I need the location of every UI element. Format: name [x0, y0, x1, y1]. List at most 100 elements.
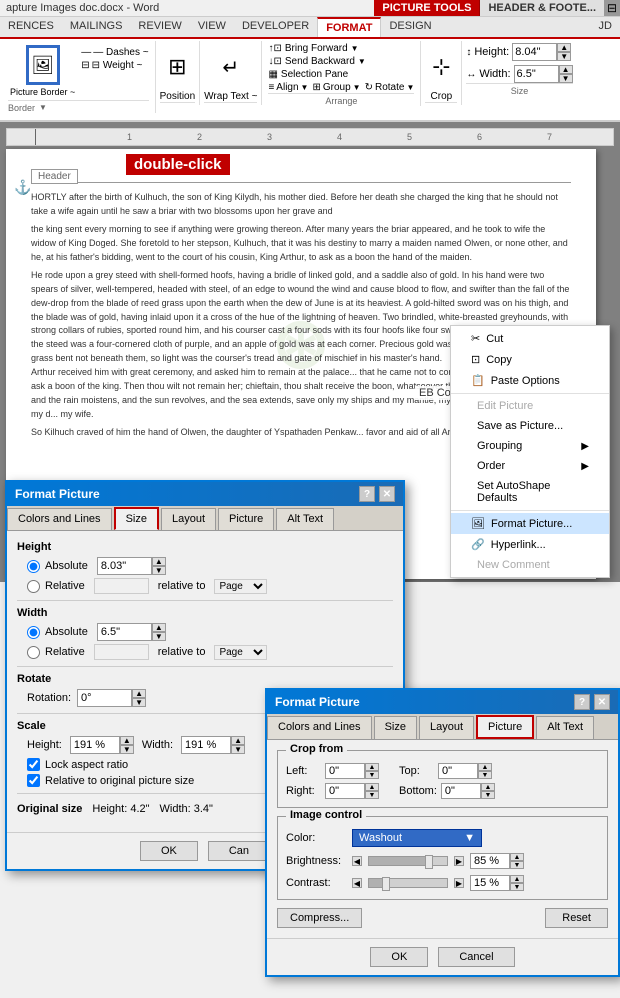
crop-left-down[interactable]: ▼ — [365, 771, 379, 779]
dialog2-ok-btn[interactable]: OK — [370, 947, 428, 967]
tab-rences[interactable]: RENCES — [0, 17, 62, 37]
tab-developer[interactable]: DEVELOPER — [234, 17, 317, 37]
dialog1-cancel-btn[interactable]: Can — [208, 841, 270, 861]
height-down-btn[interactable]: ▼ — [557, 52, 571, 61]
dialog1-help-btn[interactable]: ? — [359, 486, 375, 502]
tab-format[interactable]: FORMAT — [317, 17, 381, 37]
scale-width-input[interactable] — [181, 736, 231, 754]
dialog2-close-btn[interactable]: ✕ — [594, 694, 610, 710]
picture-tools-tab[interactable]: PICTURE TOOLS — [374, 0, 480, 16]
width-rel-to-select[interactable]: Page Margin — [214, 645, 267, 660]
brightness-up[interactable]: ▲ — [510, 853, 524, 861]
crop-top-input[interactable] — [438, 763, 478, 779]
rotation-down[interactable]: ▼ — [132, 698, 146, 707]
dialog2-tab-picture[interactable]: Picture — [476, 715, 534, 739]
dialog2-cancel-btn[interactable]: Cancel — [438, 947, 514, 967]
height-abs-up[interactable]: ▲ — [152, 557, 166, 566]
weight-button[interactable]: ⊟ ⊟ Weight ~ — [81, 60, 148, 71]
scale-h-down[interactable]: ▼ — [120, 745, 134, 754]
picture-border-button[interactable]: 🖼 Picture Border ~ — [8, 43, 77, 100]
height-abs-down[interactable]: ▼ — [152, 566, 166, 575]
scale-height-input[interactable] — [70, 736, 120, 754]
ctx-new-comment[interactable]: New Comment — [451, 555, 609, 575]
wrap-text-button[interactable]: ↵ Wrap Text ~ — [204, 43, 257, 102]
contrast-down[interactable]: ▼ — [510, 883, 524, 891]
dialog2-tab-alttext[interactable]: Alt Text — [536, 716, 594, 739]
contrast-up[interactable]: ▲ — [510, 875, 524, 883]
crop-right-input[interactable] — [325, 783, 365, 799]
ctx-paste-options[interactable]: 📋 Paste Options — [451, 370, 609, 391]
contrast-thumb[interactable] — [382, 877, 390, 891]
crop-right-down[interactable]: ▼ — [365, 791, 379, 799]
send-backward-button[interactable]: ↓⊡ Send Backward ▼ — [268, 56, 414, 67]
ctx-save-as-picture[interactable]: Save as Picture... — [451, 416, 609, 436]
scale-w-up[interactable]: ▲ — [231, 736, 245, 745]
crop-bottom-input[interactable] — [441, 783, 481, 799]
dialog1-close-btn[interactable]: ✕ — [379, 486, 395, 502]
color-dropdown[interactable]: Washout ▼ — [352, 829, 482, 847]
ctx-set-autoshape[interactable]: Set AutoShape Defaults — [451, 476, 609, 508]
selection-pane-button[interactable]: ▦ Selection Pane — [268, 69, 414, 80]
contrast-slider[interactable] — [368, 878, 448, 888]
width-rel-input[interactable] — [94, 644, 149, 660]
dashes-button[interactable]: — — Dashes ~ — [81, 47, 148, 58]
rotate-button[interactable]: ↻ Rotate ▼ — [365, 82, 415, 93]
header-footer-tab[interactable]: HEADER & FOOTE... — [480, 0, 604, 16]
height-up-btn[interactable]: ▲ — [557, 43, 571, 52]
height-relative-radio[interactable] — [27, 580, 40, 593]
dialog1-tab-layout[interactable]: Layout — [161, 508, 216, 530]
dialog1-tab-colors[interactable]: Colors and Lines — [7, 508, 112, 530]
dialog1-ok-btn[interactable]: OK — [140, 841, 198, 861]
crop-left-input[interactable] — [325, 763, 365, 779]
ctx-order[interactable]: Order ▶ — [451, 456, 609, 476]
ctx-copy[interactable]: ⊡ Copy — [451, 349, 609, 370]
brightness-right-btn[interactable]: ▶ — [454, 856, 464, 866]
width-abs-down[interactable]: ▼ — [152, 632, 166, 641]
contrast-left-btn[interactable]: ◀ — [352, 878, 362, 888]
dialog2-tab-colors[interactable]: Colors and Lines — [267, 716, 372, 739]
brightness-slider[interactable] — [368, 856, 448, 866]
tab-view[interactable]: VIEW — [190, 17, 234, 37]
crop-bottom-down[interactable]: ▼ — [481, 791, 495, 799]
dialog2-help-btn[interactable]: ? — [574, 694, 590, 710]
lock-aspect-check[interactable] — [27, 758, 40, 771]
dialog2-tab-size[interactable]: Size — [374, 716, 417, 739]
reset-btn-2[interactable]: Reset — [545, 908, 608, 928]
scale-w-down[interactable]: ▼ — [231, 745, 245, 754]
brightness-left-btn[interactable]: ◀ — [352, 856, 362, 866]
crop-button[interactable]: ⊹ Crop — [425, 43, 457, 102]
crop-bottom-up[interactable]: ▲ — [481, 783, 495, 791]
ctx-edit-picture[interactable]: Edit Picture — [451, 396, 609, 416]
dialog2-tab-layout[interactable]: Layout — [419, 716, 474, 739]
height-input[interactable] — [512, 43, 557, 61]
dialog1-tab-picture[interactable]: Picture — [218, 508, 274, 530]
width-relative-radio[interactable] — [27, 646, 40, 659]
relative-orig-check[interactable] — [27, 774, 40, 787]
bring-forward-button[interactable]: ↑⊡ Bring Forward ▼ — [268, 43, 414, 54]
contrast-right-btn[interactable]: ▶ — [454, 878, 464, 888]
width-up-btn[interactable]: ▲ — [559, 65, 573, 74]
brightness-input[interactable] — [470, 853, 510, 869]
tab-review[interactable]: REVIEW — [130, 17, 189, 37]
ctx-grouping[interactable]: Grouping ▶ — [451, 436, 609, 456]
ctx-hyperlink[interactable]: 🔗 Hyperlink... — [451, 534, 609, 555]
crop-top-up[interactable]: ▲ — [478, 763, 492, 771]
width-absolute-radio[interactable] — [27, 626, 40, 639]
width-input[interactable] — [514, 65, 559, 83]
brightness-thumb[interactable] — [425, 855, 433, 869]
width-down-btn[interactable]: ▼ — [559, 74, 573, 83]
maximize-btn[interactable]: ⊟ — [604, 0, 620, 16]
position-button[interactable]: ⊞ Position — [160, 43, 196, 102]
height-absolute-radio[interactable] — [27, 560, 40, 573]
height-abs-input[interactable] — [97, 557, 152, 575]
ctx-cut[interactable]: ✂ Cut — [451, 328, 609, 349]
height-rel-to-select[interactable]: Page Margin — [214, 579, 267, 594]
tab-design[interactable]: DESIGN — [381, 17, 439, 37]
align-button[interactable]: ≡ Align ▼ — [268, 82, 308, 93]
group-button[interactable]: ⊞ Group ▼ — [312, 82, 360, 93]
width-abs-up[interactable]: ▲ — [152, 623, 166, 632]
crop-top-down[interactable]: ▼ — [478, 771, 492, 779]
height-rel-input[interactable] — [94, 578, 149, 594]
rotation-input[interactable] — [77, 689, 132, 707]
crop-left-up[interactable]: ▲ — [365, 763, 379, 771]
